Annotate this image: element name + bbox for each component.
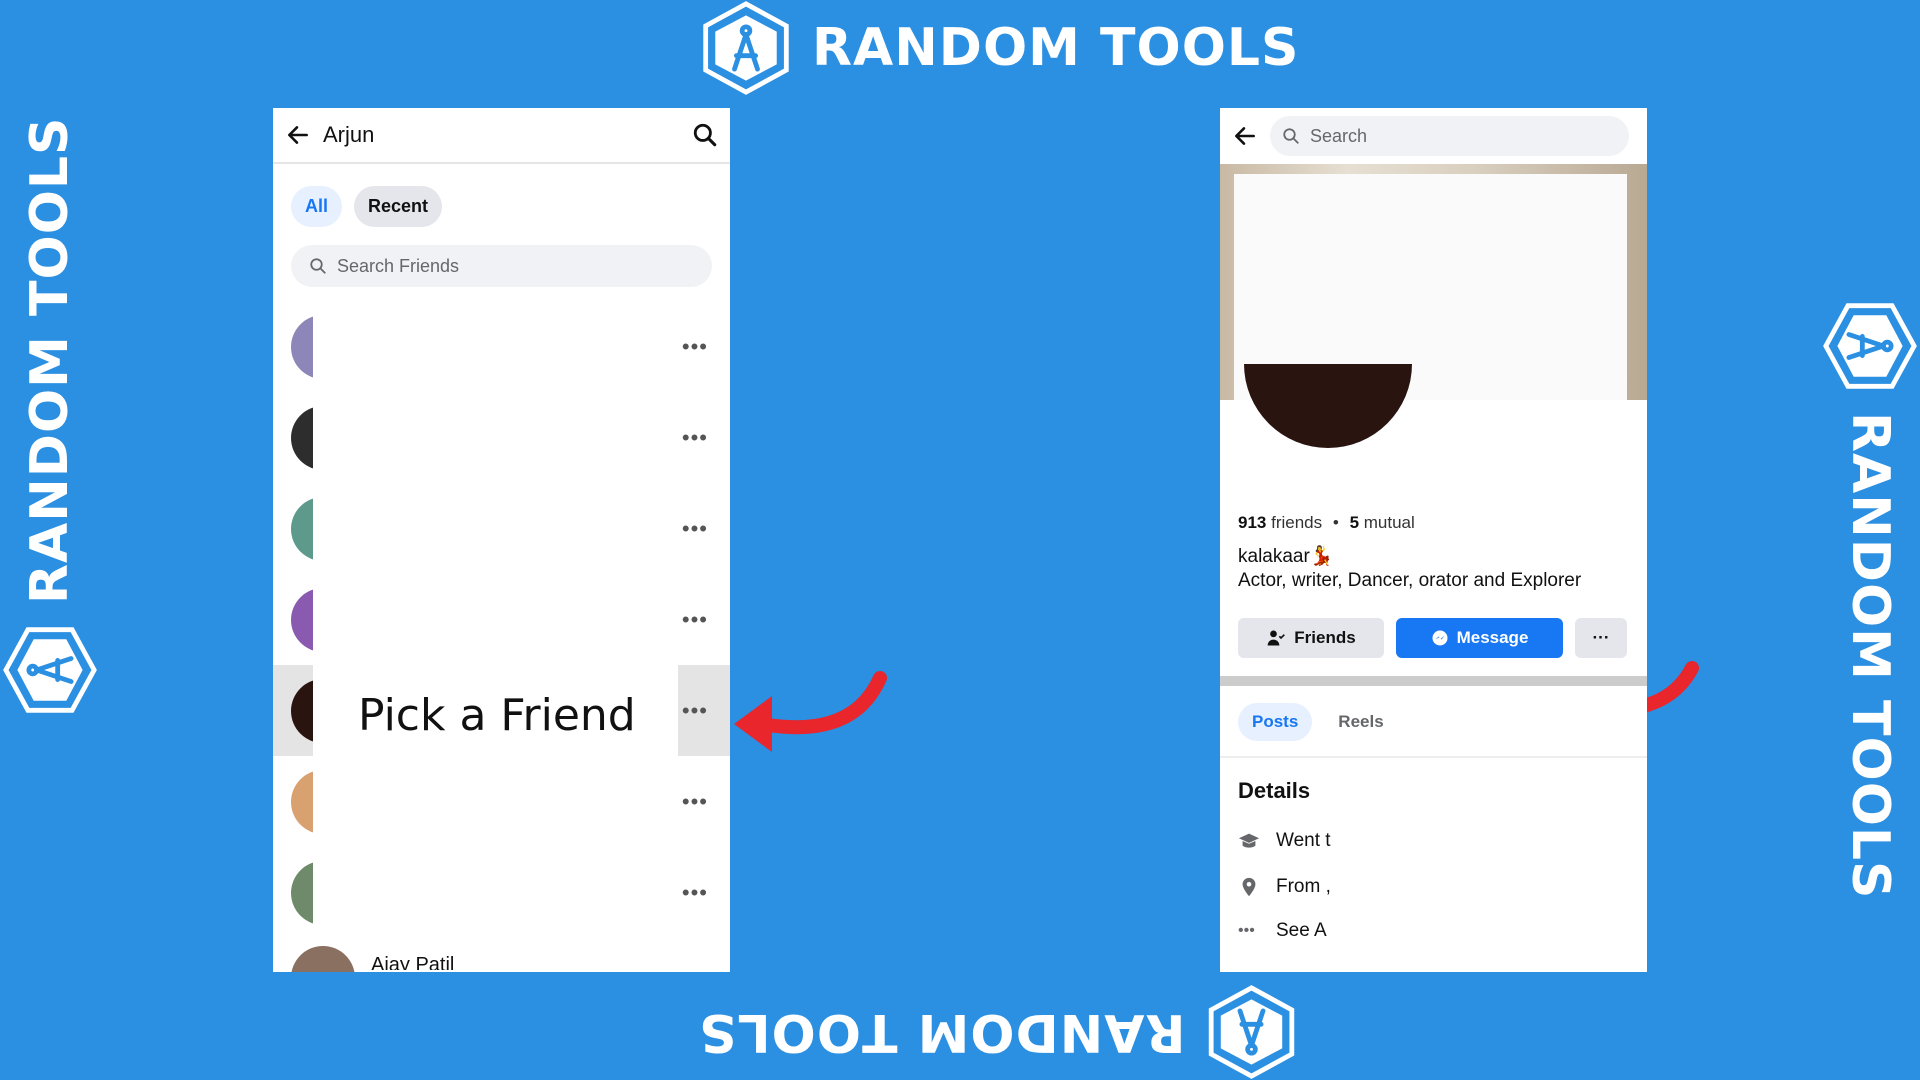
profile-avatar[interactable] [1244, 364, 1412, 448]
cover-photo [1220, 164, 1647, 448]
bio-name: kalakaar💃 [1238, 546, 1334, 567]
more-options-icon[interactable]: ••• [682, 699, 708, 722]
more-options-icon[interactable]: ••• [682, 608, 708, 631]
list-item[interactable]: Ajay Patil [273, 938, 730, 972]
more-options-icon[interactable]: ••• [682, 881, 708, 904]
brand-top: RANDOM TOOLS [698, 0, 1300, 96]
mutual-count: 5 [1349, 513, 1360, 532]
messenger-icon [1432, 630, 1448, 646]
message-button-label: Message [1456, 628, 1529, 647]
more-options-icon[interactable]: ••• [682, 517, 708, 540]
top-bar: Arjun [273, 108, 730, 164]
pick-friend-annotation: Pick a Friend [358, 690, 636, 741]
tab-reels[interactable]: Reels [1324, 703, 1397, 741]
friends-button[interactable]: Friends [1238, 618, 1384, 658]
brand-right: RANDOM TOOLS [1822, 298, 1918, 900]
details-heading: Details [1238, 778, 1311, 803]
privacy-mask [313, 301, 678, 938]
compass-logo-icon [1823, 303, 1917, 389]
person-check-icon [1267, 630, 1286, 646]
friends-list-screen: Arjun All Recent Search Friends ••• ••• … [273, 108, 730, 972]
brand-bottom: RANDOM TOOLS [698, 984, 1300, 1080]
search-icon [693, 123, 717, 147]
search-button[interactable] [680, 108, 730, 163]
search-icon [310, 258, 326, 274]
detail-location: From , [1238, 876, 1331, 898]
back-button[interactable] [1220, 108, 1270, 164]
section-divider [1220, 676, 1647, 686]
search-friends-input[interactable]: Search Friends [291, 245, 712, 287]
compass-logo-icon [3, 627, 97, 713]
filter-tabs: All Recent [273, 164, 730, 237]
divider [1220, 756, 1647, 758]
avatar [291, 946, 355, 972]
friends-button-label: Friends [1294, 628, 1356, 647]
tab-recent[interactable]: Recent [354, 186, 443, 227]
friends-count: 913 [1238, 513, 1267, 532]
brand-left: RANDOM TOOLS [2, 117, 98, 718]
brand-text: RANDOM TOOLS [812, 18, 1300, 78]
top-bar: Search [1220, 108, 1647, 164]
more-dots-icon: ••• [1238, 922, 1255, 939]
friend-name: Ajay Patil [371, 954, 455, 970]
brand-text: RANDOM TOOLS [698, 1002, 1186, 1062]
brand-text: RANDOM TOOLS [1840, 412, 1900, 900]
dot-separator: • [1332, 513, 1339, 532]
compass-logo-icon [1208, 985, 1295, 1079]
detail-education: Went t [1238, 830, 1331, 852]
profile-tabs: Posts Reels [1238, 703, 1398, 741]
mutual-word: mutual [1363, 513, 1415, 532]
tab-all[interactable]: All [291, 186, 343, 227]
friend-stats: 913 friends • 5 mutual [1238, 513, 1415, 533]
back-button[interactable] [273, 108, 323, 163]
detail-text: From , [1276, 876, 1331, 897]
compass-logo-icon [703, 1, 789, 95]
tab-posts[interactable]: Posts [1238, 703, 1313, 741]
friends-list: ••• ••• ••• ••• ••• ••• ••• Ajay Patil [273, 301, 730, 972]
brand-text: RANDOM TOOLS [20, 116, 80, 605]
search-placeholder: Search Friends [337, 255, 460, 276]
more-options-icon[interactable]: ••• [682, 790, 708, 813]
bio-text: Actor, writer, Dancer, orator and Explor… [1238, 570, 1582, 591]
graduation-cap-icon [1238, 833, 1260, 848]
arrow-left-icon [1235, 127, 1255, 145]
more-options-button[interactable]: ··· [1575, 618, 1627, 658]
more-options-icon[interactable]: ••• [682, 426, 708, 449]
detail-see-all[interactable]: ••• See A [1238, 920, 1327, 942]
message-button[interactable]: Message [1396, 618, 1563, 658]
profile-search-input[interactable]: Search [1270, 116, 1629, 156]
profile-screen: Search 913 friends • 5 mutual kalakaar💃 … [1220, 108, 1647, 972]
search-icon [1283, 128, 1299, 144]
friends-word: friends [1271, 513, 1323, 532]
search-placeholder: Search [1310, 125, 1368, 146]
detail-text: Went t [1276, 830, 1331, 851]
more-options-icon[interactable]: ••• [682, 335, 708, 358]
pointer-arrow-icon [734, 671, 887, 752]
location-pin-icon [1242, 877, 1256, 897]
detail-text: See A [1276, 920, 1327, 941]
arrow-left-icon [288, 126, 308, 144]
page-title: Arjun [323, 122, 375, 147]
